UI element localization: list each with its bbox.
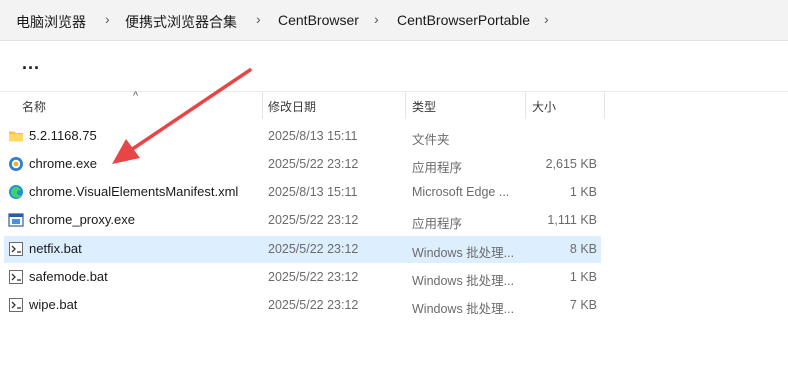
file-row[interactable]: wipe.bat 2025/5/22 23:12 Windows 批处理... … — [4, 292, 601, 319]
file-type: 应用程序 — [412, 217, 463, 231]
batch-file-icon — [9, 242, 23, 256]
file-type: Microsoft Edge ... — [412, 185, 510, 199]
column-divider[interactable] — [604, 92, 605, 119]
chevron-right-icon[interactable]: › — [256, 11, 261, 27]
chevron-right-icon[interactable]: › — [374, 11, 379, 27]
breadcrumb-item-portable-browsers[interactable]: 便携式浏览器合集 — [125, 12, 237, 32]
batch-file-icon — [9, 298, 23, 312]
folder-icon — [9, 131, 23, 142]
column-divider[interactable] — [262, 92, 263, 119]
file-name: safemode.bat — [29, 269, 108, 284]
file-name: chrome.exe — [29, 156, 97, 171]
file-row[interactable]: 5.2.1168.75 2025/8/13 15:11 文件夹 — [4, 123, 601, 150]
file-date: 2025/5/22 23:12 — [268, 213, 359, 227]
file-date: 2025/5/22 23:12 — [268, 242, 359, 256]
column-size[interactable]: 大小 — [532, 98, 556, 115]
app-window-icon — [8, 213, 24, 227]
file-name: wipe.bat — [29, 297, 78, 312]
command-bar: ... — [0, 41, 788, 92]
breadcrumb-item-centbrowserportable[interactable]: CentBrowserPortable — [397, 12, 530, 28]
file-size: 8 KB — [569, 242, 597, 256]
column-date[interactable]: 修改日期 — [268, 98, 316, 115]
column-header: ^ 名称 修改日期 类型 大小 — [0, 90, 788, 119]
file-date: 2025/5/22 23:12 — [268, 157, 359, 171]
file-name: chrome.VisualElementsManifest.xml — [29, 184, 239, 199]
file-date: 2025/8/13 15:11 — [268, 129, 358, 143]
file-size: 1 KB — [569, 270, 597, 284]
column-divider[interactable] — [405, 92, 406, 119]
file-name: 5.2.1168.75 — [29, 128, 97, 143]
file-size: 7 KB — [569, 298, 597, 312]
file-date: 2025/5/22 23:12 — [268, 270, 359, 284]
file-size: 1 KB — [569, 185, 597, 199]
file-size: 2,615 KB — [545, 157, 597, 171]
batch-file-icon — [9, 270, 23, 284]
file-type: Windows 批处理... — [412, 274, 515, 288]
centbrowser-icon — [9, 157, 23, 171]
chevron-right-icon[interactable]: › — [544, 11, 549, 27]
file-row[interactable]: netfix.bat 2025/5/22 23:12 Windows 批处理..… — [4, 236, 601, 263]
file-row[interactable]: chrome.VisualElementsManifest.xml 2025/8… — [4, 179, 601, 206]
breadcrumb: 电脑浏览器 › 便携式浏览器合集 › CentBrowser › CentBro… — [0, 0, 788, 41]
file-size: 1,111 KB — [547, 213, 597, 227]
more-options-button[interactable]: ... — [22, 53, 40, 74]
file-date: 2025/5/22 23:12 — [268, 298, 359, 312]
sort-ascending-icon: ^ — [133, 90, 139, 102]
file-date: 2025/8/13 15:11 — [268, 185, 358, 199]
column-name[interactable]: 名称 — [22, 98, 46, 115]
file-type: 应用程序 — [412, 161, 463, 175]
column-type[interactable]: 类型 — [412, 98, 436, 115]
file-type: 文件夹 — [412, 133, 450, 147]
file-type: Windows 批处理... — [412, 302, 515, 316]
breadcrumb-item-computer-browsers[interactable]: 电脑浏览器 — [16, 12, 86, 32]
edge-icon — [9, 185, 23, 199]
file-row[interactable]: chrome_proxy.exe 2025/5/22 23:12 应用程序 1,… — [4, 207, 601, 234]
chevron-right-icon[interactable]: › — [105, 11, 110, 27]
file-row[interactable]: safemode.bat 2025/5/22 23:12 Windows 批处理… — [4, 264, 601, 291]
file-name: chrome_proxy.exe — [29, 212, 135, 227]
file-row[interactable]: chrome.exe 2025/5/22 23:12 应用程序 2,615 KB — [4, 151, 601, 178]
file-name: netfix.bat — [29, 241, 82, 256]
column-divider[interactable] — [525, 92, 526, 119]
file-type: Windows 批处理... — [412, 246, 515, 260]
breadcrumb-item-centbrowser[interactable]: CentBrowser — [278, 12, 359, 28]
